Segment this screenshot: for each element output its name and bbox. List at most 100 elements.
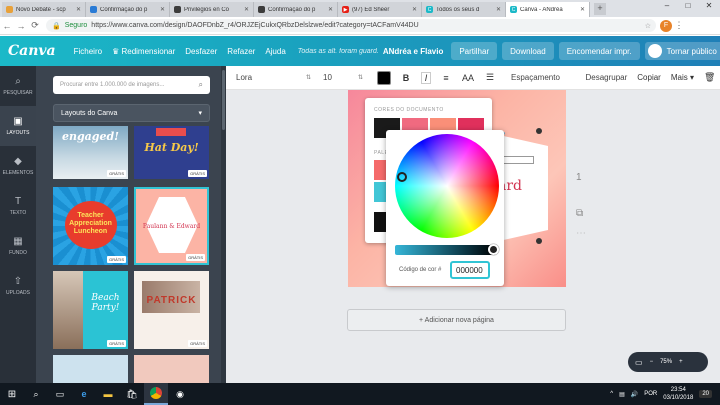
search-icon: ⌕ [15, 75, 21, 87]
order-print-button[interactable]: Encomendar impr. [558, 42, 640, 60]
spacing-button[interactable]: Espaçamento [511, 73, 560, 82]
task-view-icon[interactable]: ▭ [48, 383, 72, 405]
ungroup-button[interactable]: Desagrupar [585, 73, 627, 82]
reload-icon[interactable]: ⟳ [28, 20, 42, 31]
browser-tab[interactable]: Privilegios en Co ✕ [170, 2, 254, 17]
menu-redo[interactable]: Refazer [227, 47, 255, 56]
menu-undo[interactable]: Desfazer [185, 47, 217, 56]
trash-icon[interactable]: 🗑 [704, 72, 715, 83]
browser-menu-icon[interactable]: ⋮ [672, 20, 686, 31]
close-icon[interactable]: ✕ [160, 6, 165, 13]
close-icon[interactable]: ✕ [76, 6, 81, 13]
text-case-icon[interactable]: AA [461, 73, 475, 83]
volume-icon[interactable]: 🔊 [631, 391, 638, 398]
browser-tab[interactable]: C Todos os seus d ✕ [422, 2, 506, 17]
store-icon[interactable]: 🛍 [120, 383, 144, 405]
align-center-icon[interactable]: ≡ [441, 73, 451, 83]
document-name[interactable]: ANdréa e Flavio [383, 47, 443, 56]
rail-item-layouts[interactable]: ▣ LAYOUTS [0, 106, 36, 146]
new-tab-button[interactable]: + [594, 3, 606, 15]
zoom-in-button[interactable]: + [679, 359, 683, 365]
close-icon[interactable]: ✕ [244, 6, 249, 13]
rail-item-elements[interactable]: ◆ ELEMENTOS [0, 146, 36, 186]
app-icon[interactable]: ◉ [168, 383, 192, 405]
zoom-out-button[interactable]: − [650, 359, 654, 365]
rail-item-background[interactable]: ▦ FUNDO [0, 226, 36, 266]
browser-tab[interactable]: Confirmação do p ✕ [86, 2, 170, 17]
image-search-input[interactable]: Procurar entre 1.000.000 de imagens... ⌕ [53, 76, 210, 94]
make-public-toggle[interactable]: Tornar público [644, 42, 720, 60]
browser-tab-active[interactable]: C Canva - ANdréa ✕ [506, 2, 590, 17]
hue-wheel-handle[interactable] [397, 172, 407, 182]
italic-icon[interactable]: I [421, 71, 431, 84]
maximize-button[interactable]: □ [679, 0, 697, 12]
photo-people [53, 271, 83, 349]
language-indicator[interactable]: POR [644, 391, 657, 397]
duplicate-page-icon[interactable]: ⧉ [576, 208, 583, 219]
brightness-slider[interactable] [395, 245, 496, 255]
chrome-icon[interactable] [144, 383, 168, 405]
close-icon[interactable]: ✕ [412, 6, 417, 13]
bookmark-star-icon[interactable]: ☆ [645, 22, 651, 30]
brightness-slider-handle[interactable] [488, 244, 499, 255]
resize-handle[interactable] [536, 128, 542, 134]
add-page-button[interactable]: + Adicionar nova página [347, 309, 566, 331]
edge-icon[interactable]: e [72, 383, 96, 405]
copy-button[interactable]: Copiar [637, 73, 661, 82]
download-button[interactable]: Download [502, 42, 554, 60]
menu-file[interactable]: Ficheiro [74, 47, 102, 56]
zoom-control: ▭ − 75% + [628, 352, 708, 372]
layout-thumbnail[interactable]: engaged! GRÁTIS [53, 126, 128, 179]
file-explorer-icon[interactable]: ▬ [96, 383, 120, 405]
profile-avatar[interactable]: F [660, 19, 672, 32]
canva-logo[interactable]: Canva [8, 43, 56, 59]
forward-arrow-icon[interactable]: → [14, 21, 28, 31]
browser-tab[interactable]: Confirmação do p ✕ [254, 2, 338, 17]
close-icon[interactable]: ✕ [496, 6, 501, 13]
url-bar[interactable]: 🔒 Seguro https://www.canva.com/design/DA… [46, 19, 656, 32]
updown-icon: ⇅ [305, 75, 311, 81]
network-icon[interactable]: ▤ [619, 391, 625, 398]
close-icon[interactable]: ✕ [328, 6, 333, 13]
window-close-button[interactable]: ✕ [700, 0, 718, 12]
layout-thumbnail-selected[interactable]: Paulann & Edward GRÁTIS [134, 187, 209, 265]
layout-thumbnail[interactable] [53, 355, 128, 383]
font-size-select[interactable]: 10 ⇅ [323, 73, 363, 82]
search-icon[interactable]: ⌕ [24, 383, 48, 405]
browser-tab[interactable]: ▶ (97) Ed Sheer ✕ [338, 2, 422, 17]
list-icon[interactable]: ☰ [485, 72, 495, 83]
more-button[interactable]: Mais ▾ [671, 73, 694, 82]
hex-code-input[interactable]: 000000 [450, 261, 490, 279]
font-family-select[interactable]: Lora ⇅ [236, 73, 311, 82]
layout-thumbnail[interactable]: Teacher Appreciation Luncheon GRÁTIS [53, 187, 128, 265]
text-color-swatch[interactable] [377, 70, 391, 85]
layout-thumbnail[interactable] [134, 355, 209, 383]
close-icon[interactable]: ✕ [580, 6, 585, 13]
menu-resize[interactable]: ♛ Redimensionar [112, 47, 175, 56]
browser-tab-strip: Novo Debate - scp ✕ Confirmação do p ✕ Pri… [0, 0, 720, 17]
rail-item-uploads[interactable]: ⇧ UPLOADS [0, 266, 36, 306]
menu-help[interactable]: Ajuda [265, 47, 285, 56]
windows-start-icon[interactable]: ⊞ [0, 383, 24, 405]
browser-tab[interactable]: Novo Debate - scp ✕ [2, 2, 86, 17]
layout-thumbnail[interactable]: Beach Party! GRÁTIS [53, 271, 128, 349]
resize-handle[interactable] [536, 238, 542, 244]
notifications-count[interactable]: 20 [699, 390, 712, 398]
hat-graphic [156, 128, 186, 136]
page-menu-icon[interactable]: ⋯ [576, 228, 586, 239]
present-icon[interactable]: ▭ [635, 358, 643, 367]
layout-thumbnail[interactable]: Hat Day! GRÁTIS [134, 126, 209, 179]
clock[interactable]: 23:54 03/10/2018 [663, 386, 693, 402]
zoom-level[interactable]: 75% [660, 359, 672, 365]
panel-scrollbar-thumb[interactable] [222, 70, 225, 130]
layout-thumbnail[interactable]: PATRICK GRÁTIS [134, 271, 209, 349]
rail-item-search[interactable]: ⌕ PESQUISAR [0, 66, 36, 106]
layout-category-select[interactable]: Layouts do Canva ▾ [53, 104, 210, 122]
rail-item-text[interactable]: T TEXTO [0, 186, 36, 226]
chevron-up-icon[interactable]: ^ [610, 391, 613, 397]
background-icon: ▦ [13, 235, 23, 247]
back-arrow-icon[interactable]: ← [0, 21, 14, 31]
share-button[interactable]: Partilhar [451, 42, 498, 60]
bold-icon[interactable]: B [401, 73, 411, 83]
minimize-button[interactable]: – [658, 0, 676, 12]
